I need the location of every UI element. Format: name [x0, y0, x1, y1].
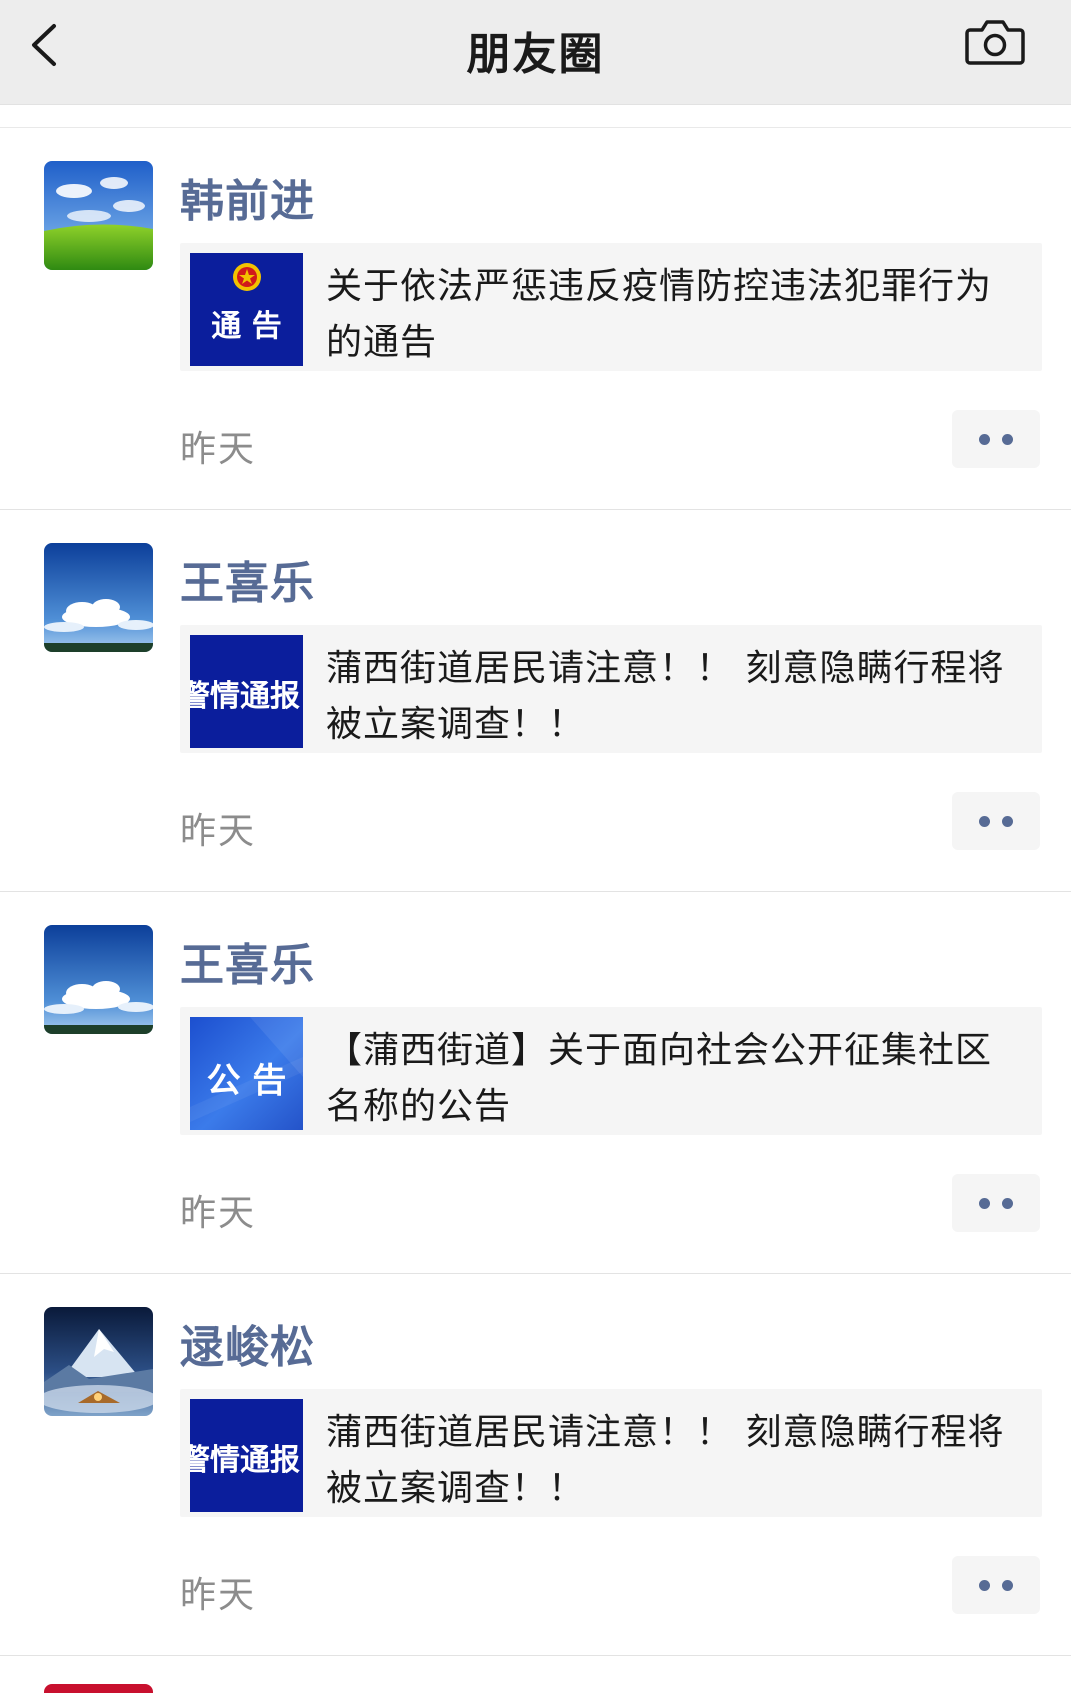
link-title: 蒲西街道居民请注意！！ 刻意隐瞒行程将被立案调查！！ — [326, 1412, 1005, 1509]
moment-post: 王喜乐 公 告 【蒲西街道】关于面向社会公开征集社区名称的公告 昨天 — [0, 892, 1071, 1274]
link-title: 关于依法严惩违反疫情防控违法犯罪行为的通告 — [326, 266, 993, 363]
thumbnail-label: 警情通报 — [190, 1443, 300, 1478]
post-time: 昨天 — [180, 811, 257, 852]
more-actions-button[interactable] — [952, 1556, 1040, 1614]
avatar[interactable] — [44, 161, 153, 270]
more-actions-button[interactable] — [952, 792, 1040, 850]
post-time: 昨天 — [180, 1575, 257, 1616]
police-notice-thumbnail: 通 告 — [190, 253, 303, 366]
link-card[interactable]: 通 告 关于依法严惩违反疫情防控违法犯罪行为的通告 — [180, 243, 1042, 371]
thumbnail-label: 警情通报 — [190, 679, 300, 714]
dot-icon — [979, 1580, 990, 1591]
avatar[interactable] — [44, 925, 153, 1034]
page-title: 朋友圈 — [466, 29, 605, 80]
dot-icon — [1002, 816, 1013, 827]
top-bar: 朋友圈 — [0, 0, 1071, 105]
post-divider — [0, 1655, 1071, 1656]
poster-name[interactable]: 王喜乐 — [180, 547, 315, 611]
dot-icon — [1002, 434, 1013, 445]
poster-name[interactable]: 韩前进 — [180, 165, 315, 229]
more-actions-button[interactable] — [952, 1174, 1040, 1232]
link-card[interactable]: 公 告 【蒲西街道】关于面向社会公开征集社区名称的公告 — [180, 1007, 1042, 1135]
dot-icon — [979, 434, 990, 445]
avatar[interactable] — [44, 543, 153, 652]
post-time: 昨天 — [180, 1193, 257, 1234]
camera-icon[interactable] — [964, 16, 1026, 68]
police-emblem-icon — [233, 263, 261, 291]
poster-name[interactable]: 王喜乐 — [180, 929, 315, 993]
link-card[interactable]: 警情通报 蒲西街道居民请注意！！ 刻意隐瞒行程将被立案调查！！ — [180, 1389, 1042, 1517]
link-title: 蒲西街道居民请注意！！ 刻意隐瞒行程将被立案调查！！ — [326, 648, 1005, 745]
alert-report-thumbnail: 警情通报 — [190, 635, 303, 748]
poster-name[interactable]: 逯峻松 — [180, 1311, 315, 1375]
more-actions-button[interactable] — [952, 410, 1040, 468]
announcement-thumbnail: 公 告 — [190, 1017, 303, 1130]
link-card[interactable]: 警情通报 蒲西街道居民请注意！！ 刻意隐瞒行程将被立案调查！！ — [180, 625, 1042, 753]
dot-icon — [1002, 1580, 1013, 1591]
thumbnail-label: 通 告 — [211, 309, 282, 344]
moment-post: 逯峻松 警情通报 蒲西街道居民请注意！！ 刻意隐瞒行程将被立案调查！！ 昨天 — [0, 1274, 1071, 1656]
moment-post: 韩前进 通 告 关于依法严惩违反疫情防控违法犯罪行为的通告 昨天 — [0, 128, 1071, 510]
moment-post: 王喜乐 警情通报 蒲西街道居民请注意！！ 刻意隐瞒行程将被立案调查！！ 昨天 — [0, 510, 1071, 892]
dot-icon — [1002, 1198, 1013, 1209]
post-time: 昨天 — [180, 429, 257, 470]
thumbnail-label: 公 告 — [206, 1061, 287, 1101]
dot-icon — [979, 1198, 990, 1209]
avatar[interactable] — [44, 1307, 153, 1416]
dot-icon — [979, 816, 990, 827]
link-title: 【蒲西街道】关于面向社会公开征集社区名称的公告 — [326, 1030, 993, 1127]
next-post-avatar[interactable] — [44, 1684, 153, 1693]
alert-report-thumbnail: 警情通报 — [190, 1399, 303, 1512]
